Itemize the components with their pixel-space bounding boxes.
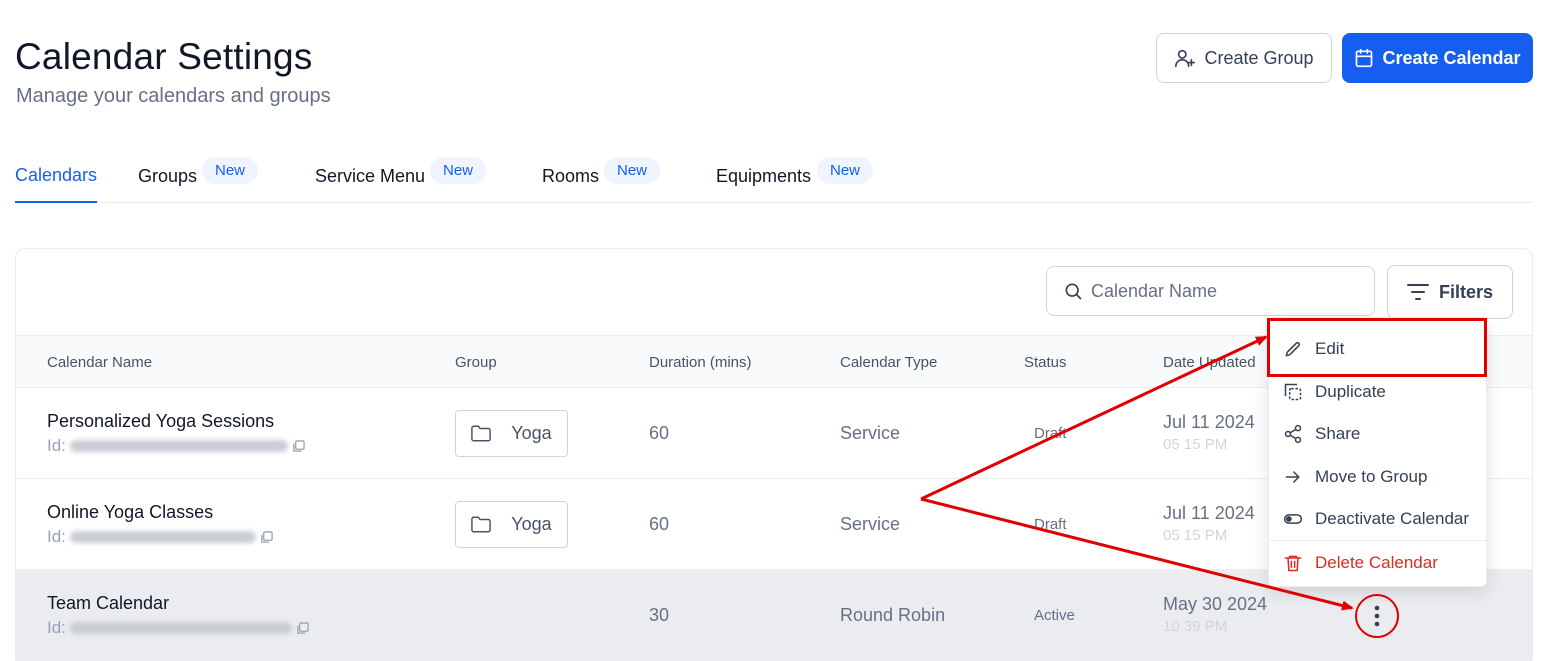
status-badge: Draft (1034, 425, 1067, 442)
group-pill[interactable]: Yoga (455, 410, 568, 457)
duration: 30 (649, 605, 670, 625)
column-header[interactable]: Date Updated (1163, 336, 1256, 389)
more-vertical-icon (1374, 605, 1380, 627)
create-group-label: Create Group (1204, 47, 1314, 68)
tab-equipments[interactable]: Equipments (716, 150, 811, 203)
folder-icon (471, 425, 492, 442)
create-calendar-button[interactable]: Create Calendar (1342, 33, 1533, 83)
redacted-id (69, 440, 288, 452)
calendar-type: Service (840, 514, 901, 534)
new-badge: New (430, 157, 487, 184)
calendar-type: Round Robin (840, 605, 946, 625)
time-updated: 10 39 PM (1163, 618, 1228, 635)
menu-divider (1269, 540, 1488, 541)
new-badge: New (604, 157, 661, 184)
calendar-id: Id: (47, 618, 309, 638)
page-subtitle: Manage your calendars and groups (16, 85, 331, 107)
calendar-id: Id: (47, 527, 273, 547)
group-pill[interactable]: Yoga (455, 501, 568, 548)
date-updated: Jul 11 2024 (1163, 503, 1255, 523)
status-badge: Active (1034, 607, 1075, 624)
filter-lines-icon (1406, 284, 1429, 300)
tab-service-menu[interactable]: Service Menu (315, 150, 425, 203)
column-header[interactable]: Duration (mins) (649, 336, 752, 389)
time-updated: 05 15 PM (1163, 436, 1228, 453)
arrow-right-icon (1285, 471, 1300, 483)
calendar-id: Id: (47, 436, 305, 456)
copy-icon[interactable] (296, 621, 309, 635)
time-updated: 05 15 PM (1163, 527, 1228, 544)
menu-item-duplicate[interactable]: Duplicate (1269, 371, 1488, 413)
filters-button[interactable]: Filters (1387, 265, 1513, 319)
pencil-icon (1285, 341, 1301, 357)
user-plus-icon (1175, 49, 1196, 68)
calendar-name[interactable]: Personalized Yoga Sessions (47, 411, 305, 432)
filters-label: Filters (1438, 281, 1494, 302)
row-actions-button[interactable] (1355, 594, 1399, 638)
column-header[interactable]: Calendar Name (47, 336, 152, 389)
calendar-name[interactable]: Team Calendar (47, 593, 309, 614)
search-box[interactable] (1046, 266, 1375, 316)
tab-rooms[interactable]: Rooms (542, 150, 599, 203)
folder-icon (471, 516, 492, 533)
date-updated: Jul 11 2024 (1163, 412, 1255, 432)
row-actions-menu: Edit Duplicate Share Move to Group Deact… (1268, 317, 1488, 587)
share-icon (1284, 424, 1302, 444)
menu-item-deactivate-calendar[interactable]: Deactivate Calendar (1269, 498, 1488, 540)
trash-icon (1284, 555, 1302, 572)
duration: 60 (649, 423, 670, 443)
tab-groups[interactable]: Groups (138, 150, 197, 203)
create-group-button[interactable]: Create Group (1156, 33, 1332, 83)
status-badge: Draft (1034, 516, 1067, 533)
toggle-icon (1283, 514, 1303, 524)
menu-item-delete-calendar[interactable]: Delete Calendar (1269, 542, 1488, 584)
search-input[interactable] (1091, 280, 1351, 302)
menu-item-edit[interactable]: Edit (1269, 328, 1488, 370)
page-title: Calendar Settings (15, 36, 313, 77)
column-header[interactable]: Status (1024, 336, 1067, 389)
copy-icon[interactable] (292, 439, 305, 453)
new-badge: New (202, 157, 259, 184)
duplicate-icon (1284, 383, 1302, 401)
date-updated: May 30 2024 (1163, 594, 1268, 614)
calendar-icon (1356, 48, 1373, 68)
tab-calendars[interactable]: Calendars (15, 150, 98, 203)
column-header[interactable]: Group (455, 336, 497, 389)
redacted-id (69, 622, 292, 634)
copy-icon[interactable] (260, 530, 273, 544)
create-calendar-label: Create Calendar (1382, 47, 1521, 68)
redacted-id (69, 531, 256, 543)
calendar-name[interactable]: Online Yoga Classes (47, 502, 273, 523)
tab-bar: Calendars Groups New Service Menu New Ro… (15, 150, 1533, 203)
calendar-type: Service (840, 423, 901, 443)
duration: 60 (649, 514, 670, 534)
menu-item-share[interactable]: Share (1269, 413, 1488, 455)
column-header[interactable]: Calendar Type (840, 336, 937, 389)
search-icon (1065, 283, 1082, 300)
menu-item-move-to-group[interactable]: Move to Group (1269, 456, 1488, 498)
new-badge: New (817, 157, 874, 184)
